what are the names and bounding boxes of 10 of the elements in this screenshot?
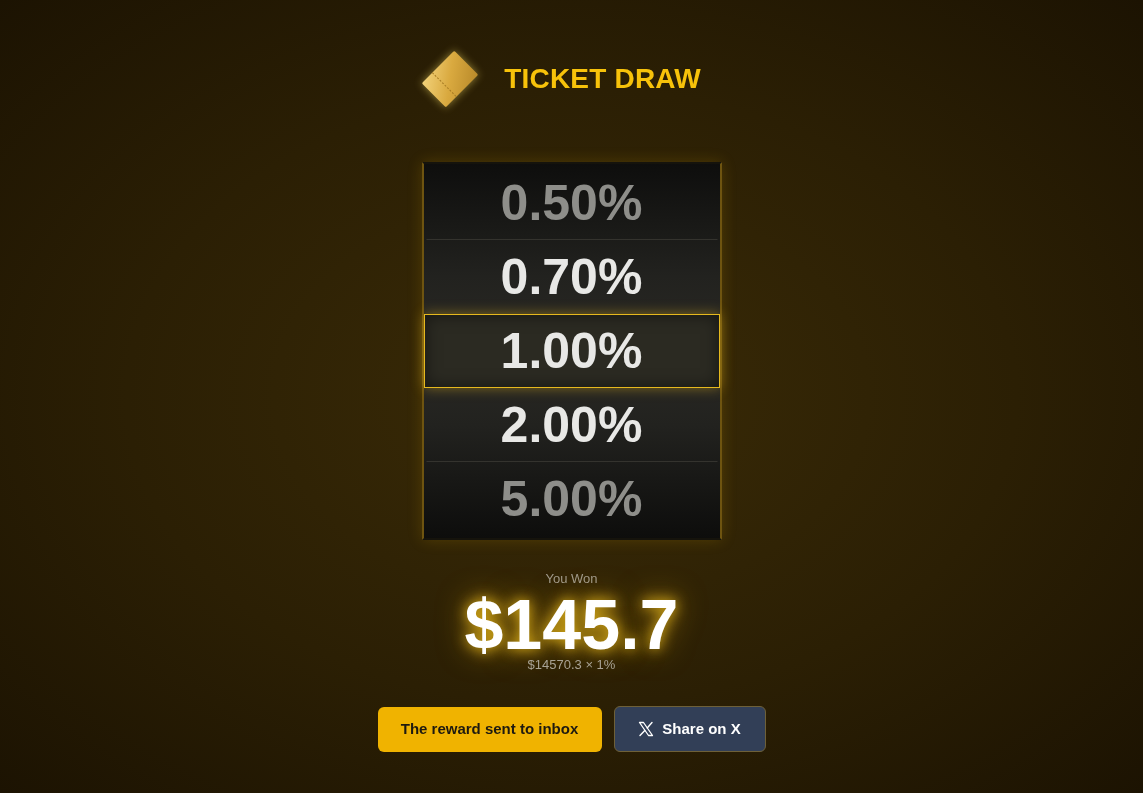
- reel-option: 0.70%: [425, 240, 718, 314]
- reel-option: 5.00%: [425, 462, 718, 536]
- result-label: You Won: [545, 571, 598, 587]
- reel-option: 1.00%: [423, 314, 720, 388]
- page-title: TICKET DRAW: [504, 65, 701, 93]
- reel-option: 2.00%: [425, 388, 718, 462]
- share-button[interactable]: Share on X: [613, 706, 766, 752]
- reward-button[interactable]: The reward sent to inbox: [377, 706, 602, 752]
- reel-option: 0.50%: [425, 166, 718, 240]
- x-logo-icon: [638, 721, 655, 737]
